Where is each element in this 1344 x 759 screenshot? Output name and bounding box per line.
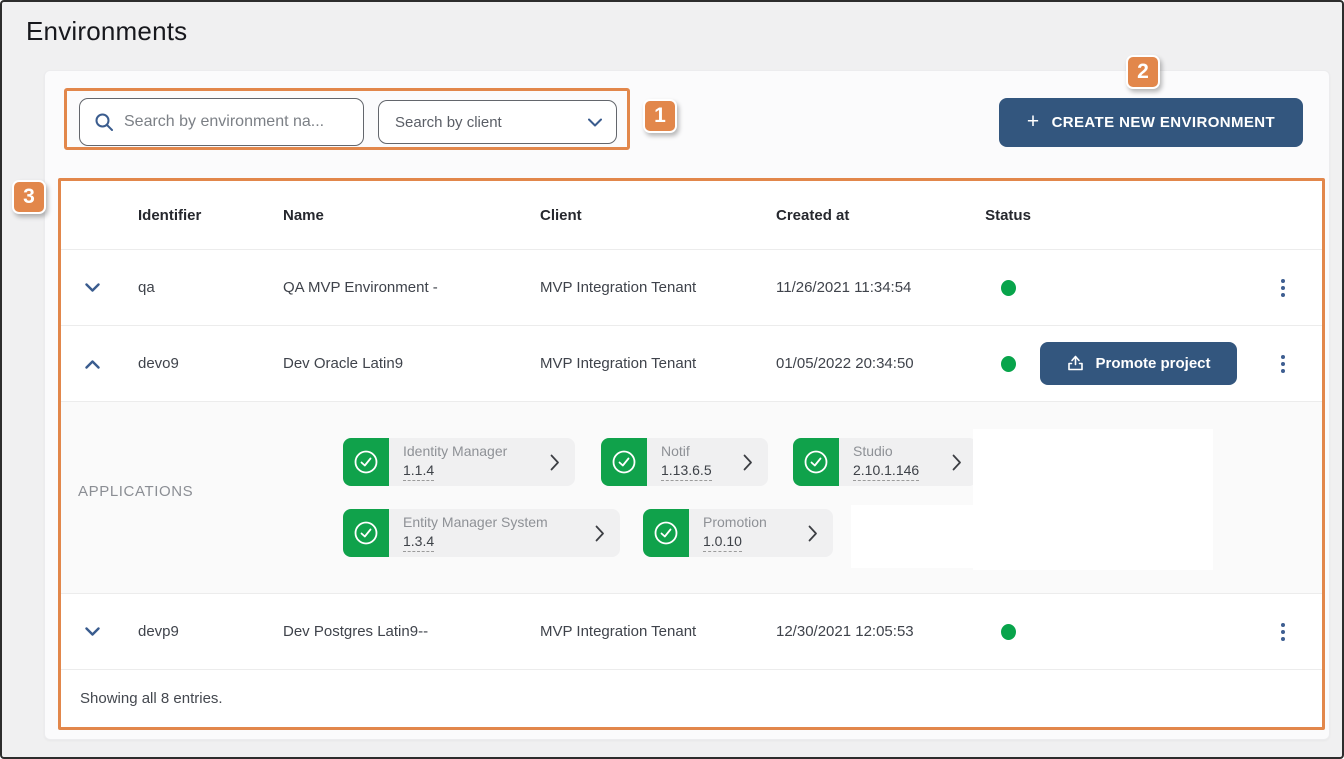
application-version[interactable]: 1.0.10 bbox=[703, 532, 742, 552]
redacted-area bbox=[851, 505, 1153, 568]
kebab-menu-icon[interactable] bbox=[1277, 275, 1289, 301]
application-chip[interactable]: Studio 2.10.1.146 bbox=[793, 438, 977, 486]
check-circle-icon bbox=[601, 438, 647, 486]
expanded-applications-section: APPLICATIONS Identity Manager 1.1.4 bbox=[61, 402, 1322, 594]
check-circle-icon bbox=[643, 509, 689, 557]
application-chip[interactable]: Notif 1.13.6.5 bbox=[601, 438, 768, 486]
header-created-at: Created at bbox=[764, 207, 976, 224]
check-circle-icon bbox=[343, 509, 389, 557]
chevron-right-icon bbox=[550, 454, 560, 471]
client-select[interactable]: Search by client bbox=[378, 100, 617, 144]
status-indicator bbox=[1001, 356, 1016, 372]
check-circle-icon bbox=[793, 438, 839, 486]
cell-created-at: 01/05/2022 20:34:50 bbox=[764, 355, 976, 372]
application-version[interactable]: 1.13.6.5 bbox=[661, 461, 712, 481]
chevron-right-icon bbox=[952, 454, 962, 471]
client-select-value: Search by client bbox=[395, 114, 502, 131]
create-button-label: CREATE NEW ENVIRONMENT bbox=[1052, 114, 1276, 131]
cell-name: Dev Postgres Latin9-- bbox=[271, 623, 528, 640]
promote-button-label: Promote project bbox=[1095, 355, 1210, 372]
applications-label: APPLICATIONS bbox=[78, 483, 193, 500]
cell-identifier: qa bbox=[126, 279, 271, 296]
application-name: Notif bbox=[661, 443, 712, 461]
callout-badge-2: 2 bbox=[1126, 55, 1160, 89]
chevron-right-icon bbox=[808, 525, 818, 542]
chevron-right-icon bbox=[595, 525, 605, 542]
search-input[interactable] bbox=[124, 113, 351, 131]
search-icon bbox=[94, 112, 114, 132]
status-indicator bbox=[1001, 280, 1016, 296]
expand-row-button[interactable] bbox=[85, 283, 100, 293]
chevron-down-icon bbox=[588, 118, 602, 127]
content-card: Search by client 1 + CREATE NEW ENVIRONM… bbox=[44, 70, 1330, 740]
environment-search bbox=[79, 98, 364, 146]
callout-badge-1: 1 bbox=[643, 99, 677, 133]
table-footer: Showing all 8 entries. bbox=[61, 670, 1322, 727]
cell-client: MVP Integration Tenant bbox=[528, 623, 764, 640]
environments-page: Environments Search by client 1 + CREATE… bbox=[0, 0, 1344, 759]
application-chip[interactable]: Identity Manager 1.1.4 bbox=[343, 438, 575, 486]
header-identifier: Identifier bbox=[126, 207, 271, 224]
promote-icon bbox=[1066, 354, 1085, 373]
application-version[interactable]: 1.1.4 bbox=[403, 461, 434, 481]
application-name: Studio bbox=[853, 443, 919, 461]
cell-created-at: 11/26/2021 11:34:54 bbox=[764, 279, 976, 296]
header-status: Status bbox=[976, 207, 1040, 224]
entries-count-text: Showing all 8 entries. bbox=[67, 690, 223, 707]
cell-created-at: 12/30/2021 12:05:53 bbox=[764, 623, 976, 640]
cell-client: MVP Integration Tenant bbox=[528, 355, 764, 372]
cell-name: QA MVP Environment - bbox=[271, 279, 528, 296]
environments-table: Identifier Name Client Created at Status… bbox=[58, 178, 1325, 730]
plus-icon: + bbox=[1027, 111, 1040, 132]
expand-row-button[interactable] bbox=[85, 627, 100, 637]
chevron-right-icon bbox=[743, 454, 753, 471]
application-version[interactable]: 2.10.1.146 bbox=[853, 461, 919, 481]
table-row-devp9: devp9 Dev Postgres Latin9-- MVP Integrat… bbox=[61, 594, 1322, 670]
application-name: Identity Manager bbox=[403, 443, 507, 461]
cell-identifier: devp9 bbox=[126, 623, 271, 640]
application-name: Promotion bbox=[703, 514, 767, 532]
create-new-environment-button[interactable]: + CREATE NEW ENVIRONMENT bbox=[999, 98, 1303, 147]
application-chip[interactable]: Promotion 1.0.10 bbox=[643, 509, 833, 557]
table-row-qa: qa QA MVP Environment - MVP Integration … bbox=[61, 250, 1322, 326]
status-indicator bbox=[1001, 624, 1016, 640]
cell-identifier: devo9 bbox=[126, 355, 271, 372]
application-chip[interactable]: Entity Manager System 1.3.4 bbox=[343, 509, 620, 557]
table-header-row: Identifier Name Client Created at Status bbox=[61, 181, 1322, 250]
collapse-row-button[interactable] bbox=[85, 359, 100, 369]
check-circle-icon bbox=[343, 438, 389, 486]
cell-client: MVP Integration Tenant bbox=[528, 279, 764, 296]
promote-project-button[interactable]: Promote project bbox=[1040, 342, 1237, 385]
table-row-devo9: devo9 Dev Oracle Latin9 MVP Integration … bbox=[61, 326, 1322, 402]
cell-name: Dev Oracle Latin9 bbox=[271, 355, 528, 372]
kebab-menu-icon[interactable] bbox=[1277, 351, 1289, 377]
header-client: Client bbox=[528, 207, 764, 224]
application-version[interactable]: 1.3.4 bbox=[403, 532, 434, 552]
kebab-menu-icon[interactable] bbox=[1277, 619, 1289, 645]
header-name: Name bbox=[271, 207, 528, 224]
application-name: Entity Manager System bbox=[403, 514, 548, 532]
page-title: Environments bbox=[26, 16, 187, 47]
callout-badge-3: 3 bbox=[12, 180, 46, 214]
